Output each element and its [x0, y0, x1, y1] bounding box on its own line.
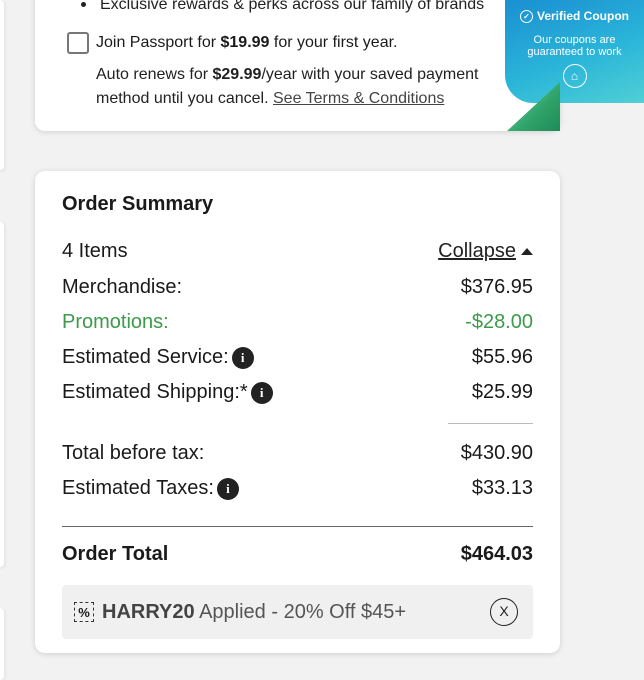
- left-panel-edge-top: [0, 0, 4, 170]
- taxes-row: Estimated Taxes: i $33.13: [62, 477, 533, 500]
- total-divider: [62, 526, 533, 527]
- promo-applied-text: Applied - 20% Off $45+: [194, 600, 407, 623]
- service-label: Estimated Service:: [62, 346, 229, 368]
- taxes-label: Estimated Taxes:: [62, 477, 214, 499]
- verified-coupon-subtitle: Our coupons are guaranteed to work: [505, 34, 644, 58]
- collapse-label: Collapse: [438, 240, 516, 262]
- join-prefix: Join Passport for: [96, 34, 221, 51]
- promo-text: HARRY20 Applied - 20% Off $45+: [102, 601, 406, 624]
- left-panel-edge-mid: [0, 222, 4, 567]
- join-price: $19.99: [220, 34, 270, 51]
- perk-text: Exclusive rewards & perks across our fam…: [100, 0, 485, 13]
- items-count: 4 Items: [62, 240, 128, 262]
- verified-coupon-title: ✓ Verified Coupon: [505, 9, 644, 23]
- promotions-label: Promotions:: [62, 311, 169, 333]
- auto-renew-text: Auto renews for $29.99/year with your sa…: [96, 63, 516, 111]
- before-tax-value: $430.90: [460, 442, 533, 464]
- service-value: $55.96: [471, 346, 533, 368]
- shipping-value: $25.99: [471, 381, 533, 403]
- merchandise-label: Merchandise:: [62, 276, 183, 298]
- info-icon[interactable]: i: [250, 381, 273, 404]
- applied-promo-chip: % HARRY20 Applied - 20% Off $45+ X: [62, 585, 533, 639]
- join-suffix: for your first year.: [269, 34, 398, 51]
- verified-coupon-badge[interactable]: ✓ Verified Coupon Our coupons are guaran…: [505, 0, 644, 103]
- subtotal-divider: [448, 423, 533, 424]
- subtitle-line-1: Our coupons are: [533, 34, 616, 46]
- info-icon[interactable]: i: [231, 346, 254, 369]
- shipping-row: Estimated Shipping:* i $25.99: [62, 381, 533, 404]
- merchandise-row: Merchandise: $376.95: [62, 276, 533, 299]
- passport-perk-item: Exclusive rewards & perks across our fam…: [77, 0, 484, 14]
- check-icon: ✓: [519, 9, 533, 23]
- before-tax-row: Total before tax: $430.90: [62, 442, 533, 465]
- brand-logo-icon: ⌂: [562, 64, 587, 88]
- service-row: Estimated Service: i $55.96: [62, 346, 533, 369]
- join-passport-option[interactable]: Join Passport for $19.99 for your first …: [67, 32, 397, 54]
- promotions-row: Promotions: -$28.00: [62, 311, 533, 334]
- left-panel-edge-bottom: [0, 608, 4, 680]
- renew-prefix: Auto renews for: [96, 66, 213, 83]
- left-panel-edge: [0, 0, 6, 680]
- terms-link[interactable]: See Terms & Conditions: [273, 90, 444, 107]
- promo-code: HARRY20: [102, 600, 195, 623]
- percent-tag-icon: %: [74, 602, 94, 622]
- collapse-button[interactable]: Collapse: [438, 240, 533, 263]
- taxes-value: $33.13: [471, 477, 533, 499]
- verified-coupon-label: Verified Coupon: [536, 9, 629, 23]
- shipping-label: Estimated Shipping:*: [62, 381, 248, 403]
- remove-promo-button[interactable]: X: [490, 598, 518, 626]
- bullet-icon: [81, 2, 86, 8]
- before-tax-label: Total before tax:: [62, 442, 205, 464]
- promotions-value: -$28.00: [465, 311, 533, 333]
- subtitle-line-2: guaranteed to work: [527, 46, 622, 58]
- items-row: 4 Items Collapse: [62, 240, 533, 263]
- caret-up-icon: [521, 248, 533, 255]
- order-total-row: Order Total $464.03: [62, 543, 533, 566]
- merchandise-value: $376.95: [460, 276, 533, 298]
- info-icon[interactable]: i: [216, 477, 239, 500]
- order-total-label: Order Total: [62, 543, 169, 565]
- order-summary-title: Order Summary: [62, 193, 214, 215]
- order-total-value: $464.03: [460, 543, 533, 565]
- renew-price: $29.99: [212, 66, 262, 83]
- join-passport-checkbox[interactable]: [67, 32, 89, 54]
